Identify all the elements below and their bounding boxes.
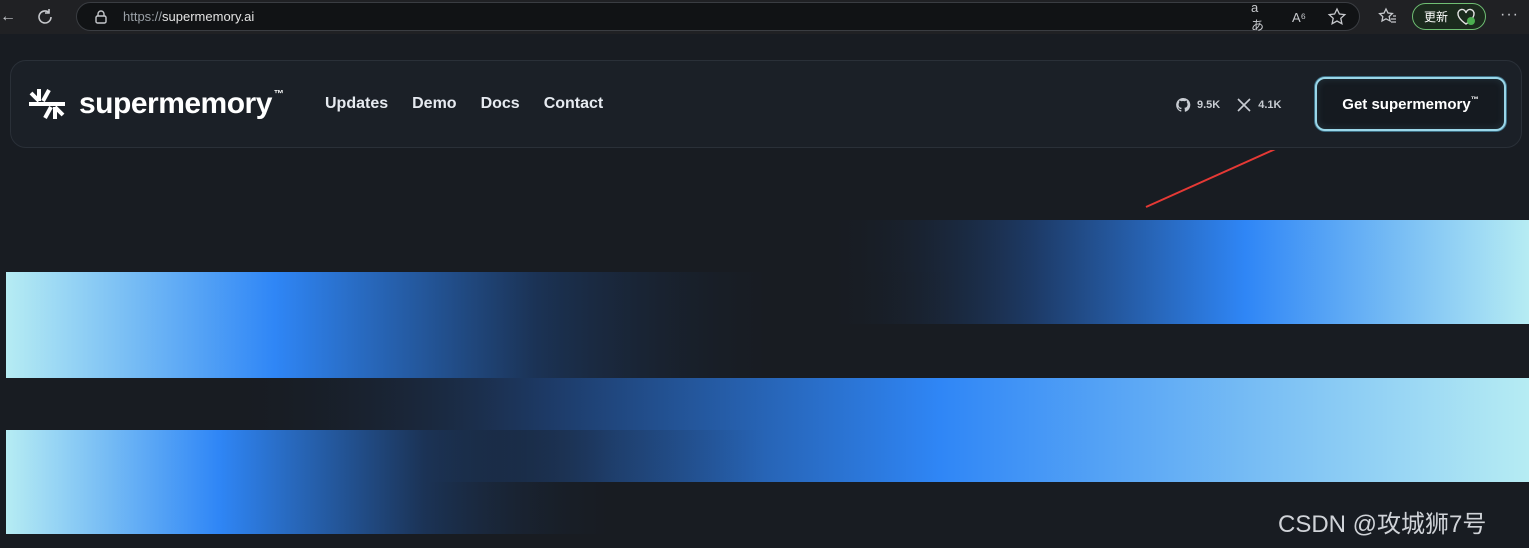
browser-toolbar: ← https://supermemory.ai aあ A⁶ 更新 ··· xyxy=(0,0,1529,34)
lock-icon[interactable] xyxy=(93,9,109,25)
update-label: 更新 xyxy=(1424,10,1449,24)
reload-icon[interactable] xyxy=(34,6,56,28)
address-bar[interactable]: https://supermemory.ai aあ A⁶ xyxy=(76,0,1360,33)
nav-link-updates[interactable]: Updates xyxy=(325,95,388,113)
nav-link-docs[interactable]: Docs xyxy=(481,95,520,113)
annotation-arrow xyxy=(1145,150,1276,208)
brand-name: supermemory xyxy=(79,87,272,120)
url-scheme: https:// xyxy=(123,9,163,24)
stripe-bottom-left xyxy=(6,430,766,534)
get-supermemory-button[interactable]: Get supermemory ™ xyxy=(1315,77,1506,131)
url-host: supermemory.ai xyxy=(162,9,255,24)
nav-link-demo[interactable]: Demo xyxy=(412,95,456,113)
nav-link-contact[interactable]: Contact xyxy=(544,95,604,113)
social-stats: 9.5K 4.1K xyxy=(1175,97,1282,113)
brand-logo[interactable]: supermemory ™ xyxy=(27,87,284,121)
github-stars-count: 9.5K xyxy=(1197,99,1221,111)
supermemory-logo-icon xyxy=(29,89,65,119)
url-text[interactable]: https://supermemory.ai xyxy=(123,9,254,24)
github-stars-link[interactable]: 9.5K xyxy=(1175,97,1220,113)
stripe-upper-left xyxy=(6,272,966,378)
primary-nav: Updates Demo Docs Contact xyxy=(325,95,603,113)
x-twitter-icon xyxy=(1237,98,1251,112)
health-heart-icon xyxy=(1457,8,1476,25)
cta-label: Get supermemory xyxy=(1342,95,1471,113)
more-menu-icon[interactable]: ··· xyxy=(1500,6,1520,26)
cta-trademark: ™ xyxy=(1470,94,1479,104)
hero-gradient-graphic xyxy=(6,150,1529,534)
translate-icon[interactable]: aあ xyxy=(1251,0,1271,33)
brand-trademark: ™ xyxy=(273,88,284,100)
github-icon xyxy=(1176,97,1191,112)
read-aloud-icon[interactable]: A⁶ xyxy=(1289,7,1309,27)
update-button[interactable]: 更新 xyxy=(1412,3,1486,30)
site-header: supermemory ™ Updates Demo Docs Contact … xyxy=(10,60,1522,148)
x-followers-link[interactable]: 4.1K xyxy=(1236,97,1282,113)
favorites-icon[interactable] xyxy=(1378,6,1398,26)
x-followers-count: 4.1K xyxy=(1258,99,1282,111)
favorite-star-icon[interactable] xyxy=(1327,7,1347,27)
back-icon[interactable]: ← xyxy=(0,8,16,26)
csdn-watermark: CSDN @攻城狮7号 xyxy=(1278,511,1487,538)
